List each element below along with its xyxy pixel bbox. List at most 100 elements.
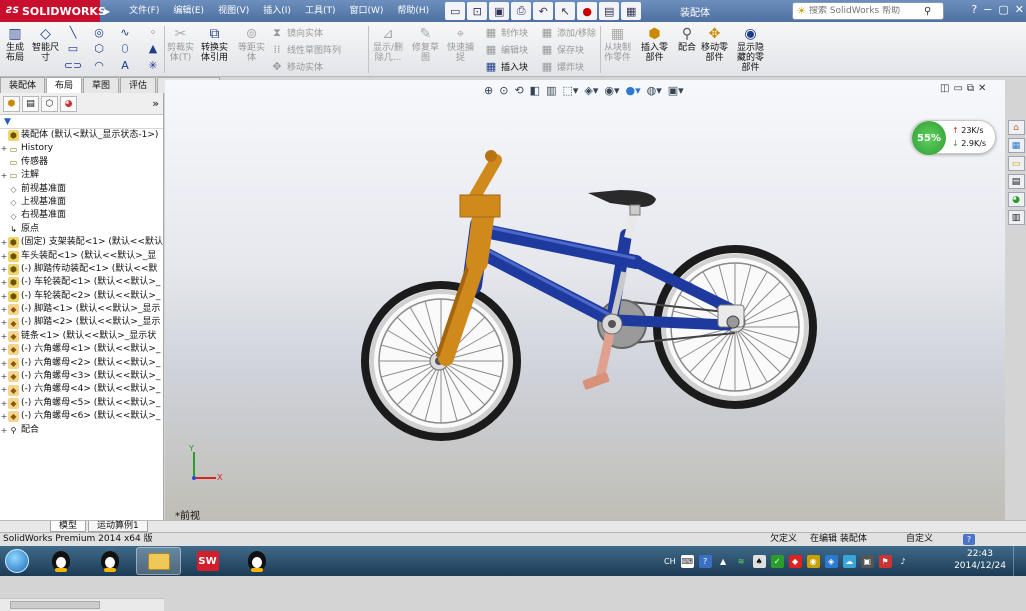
flag-tray-icon[interactable]: ⚑ [878, 554, 892, 568]
polygon-tool[interactable]: ⬡ [92, 41, 106, 56]
viewport-close-icon[interactable]: ✕ [978, 83, 986, 94]
tree-item[interactable]: + ◆ (-) 六角螺母<6> (默认<<默认>_ [0, 410, 163, 423]
show-hidden-button[interactable]: ◉ 显示隐 藏的零 部件 [737, 25, 764, 73]
menu-item[interactable]: 文件(F) [122, 0, 166, 22]
make-block-button[interactable]: ▦ 制作块 [484, 25, 528, 40]
taskbar-qq-3[interactable] [234, 547, 279, 575]
plane-tool[interactable]: ▲ [146, 41, 160, 56]
menu-item[interactable]: 窗口(W) [342, 0, 390, 22]
menu-expand-arrow-icon[interactable]: ▶ [100, 7, 114, 16]
taskbar-solidworks[interactable]: SW [185, 547, 230, 575]
graphics-area[interactable]: Y X [165, 80, 1005, 520]
appearances-icon[interactable]: ◕ [1007, 192, 1025, 207]
viewport-tile-icon[interactable]: ▭ [953, 83, 962, 94]
expand-icon[interactable]: + [0, 370, 8, 383]
viewport-split-icon[interactable]: ◫ [940, 83, 949, 94]
trim-button[interactable]: ✂ 剪裁实 体(T) [167, 25, 194, 63]
dynamic-annotation-icon[interactable]: ▥ [546, 84, 556, 97]
linear-sketch-pattern-button[interactable]: ⁞⁞ 线性草图阵列 [270, 42, 342, 57]
configuration-manager-icon[interactable]: ⬡ [41, 95, 58, 112]
tree-item[interactable]: ◇ 右视基准面 [0, 209, 163, 222]
undo-icon[interactable]: ↶ [533, 2, 554, 20]
expand-icon[interactable]: + [0, 343, 8, 356]
file-properties-icon[interactable]: ▤ [599, 2, 620, 20]
viewport-restore-icon[interactable]: ⧉ [967, 83, 974, 94]
expand-icon[interactable]: + [0, 397, 8, 410]
explode-block-button[interactable]: ▦ 爆炸块 [540, 59, 584, 74]
unit-system[interactable]: 自定义 [906, 533, 933, 546]
view-palette-icon[interactable]: ▤ [1007, 174, 1025, 189]
expand-icon[interactable]: + [0, 410, 8, 423]
restore-icon[interactable]: ▢ [998, 3, 1008, 16]
feature-tree-icon[interactable]: ⬢ [3, 95, 20, 112]
expand-icon[interactable]: + [0, 316, 8, 329]
search-icon[interactable]: ⚲ [924, 6, 931, 17]
mate-button[interactable]: ⚲ 配合 [676, 25, 698, 53]
panel-horizontal-scrollbar[interactable] [0, 598, 164, 611]
expand-icon[interactable]: + [0, 290, 8, 303]
options-icon[interactable]: ▦ [621, 2, 642, 20]
tree-item[interactable]: + ◆ (-) 六角螺母<5> (默认<<默认>_ [0, 397, 163, 410]
ellipse-tool[interactable]: ⬯ [118, 41, 132, 56]
wifi-icon[interactable]: ≋ [735, 555, 748, 568]
spline-tool[interactable]: ∿ [118, 25, 132, 40]
status-help-icon[interactable]: ? [963, 534, 975, 545]
tree-item[interactable]: + ◆ (-) 六角螺母<1> (默认<<默认>_ [0, 343, 163, 356]
tab-2[interactable]: 草图 [83, 77, 120, 93]
minimize-icon[interactable]: − [983, 3, 992, 16]
tree-item[interactable]: ▭ 传感器 [0, 156, 163, 169]
rectangle-tool[interactable]: ▭ [66, 41, 80, 56]
tree-item[interactable]: + ▭ 注解 [0, 169, 163, 182]
taskbar-qq-2[interactable] [87, 547, 132, 575]
expand-icon[interactable]: + [0, 383, 8, 396]
circle-tool[interactable]: ◎ [92, 25, 106, 40]
menu-item[interactable]: 帮助(H) [390, 0, 436, 22]
insert-component-button[interactable]: ⬢ 插入零 部件 [641, 25, 668, 63]
expand-icon[interactable]: + [0, 357, 8, 370]
security-tray-icon[interactable]: ◈ [824, 554, 838, 568]
block-to-part-button[interactable]: ▦ 从块制 作零件 [604, 25, 631, 63]
zoom-to-area-icon[interactable]: ⊙ [499, 84, 508, 97]
ime-icon[interactable]: ⌨ [680, 554, 694, 568]
tab-0[interactable]: 装配体 [0, 77, 46, 93]
design-library-icon[interactable]: ▦ [1007, 138, 1025, 153]
tree-item[interactable]: + ⚲ 配合 [0, 424, 163, 437]
edit-appearance-icon[interactable]: ●▾ [626, 84, 641, 97]
section-view-icon[interactable]: ◧ [530, 84, 540, 97]
slot-tool[interactable]: ⊂⊃ [64, 58, 82, 73]
volume-icon[interactable]: ♪ [897, 555, 910, 568]
add-remove-block-button[interactable]: ▦ 添加/移除 [540, 25, 596, 40]
bicycle-model[interactable] [165, 80, 1005, 520]
line-tool[interactable]: ╲ [66, 25, 80, 40]
tree-item[interactable]: + ⬢ (-) 车轮装配<2> (默认<<默认>_ [0, 290, 163, 303]
offset-button[interactable]: ⊚ 等距实 体 [238, 25, 265, 63]
tree-item[interactable]: + ▭ History [0, 142, 163, 155]
rear-axle-nut[interactable] [726, 315, 740, 329]
property-manager-icon[interactable]: ▤ [22, 95, 39, 112]
tab-3[interactable]: 评估 [120, 77, 157, 93]
expand-icon[interactable]: + [0, 330, 8, 343]
tree-item[interactable]: ◇ 上视基准面 [0, 196, 163, 209]
network-tray-icon[interactable]: ▣ [860, 554, 874, 568]
taskbar-clock[interactable]: 22:43 2014/12/24 [951, 548, 1009, 572]
menu-item[interactable]: 插入(I) [256, 0, 298, 22]
expand-icon[interactable]: + [0, 169, 8, 182]
layout-button[interactable]: ▥ 生成 布局 [4, 25, 26, 63]
bottom-tab-0[interactable]: 模型 [50, 521, 87, 532]
convert-entities-button[interactable]: ⧉ 转换实 体引用 [201, 25, 228, 63]
previous-view-icon[interactable]: ⟲ [514, 84, 523, 97]
tree-item[interactable]: + ⬢ (-) 车轮装配<1> (默认<<默认>_ [0, 276, 163, 289]
display-manager-icon[interactable]: ◕ [60, 95, 77, 112]
tree-item[interactable]: + ⬢ (固定) 支架装配<1> (默认<<默认 [0, 236, 163, 249]
expand-icon[interactable]: + [0, 142, 8, 155]
tree-filter[interactable]: ▼ [0, 115, 163, 129]
solidworks-resources-icon[interactable]: ⌂ [1007, 120, 1025, 135]
save-icon[interactable]: ▣ [489, 2, 510, 20]
start-button[interactable] [0, 546, 34, 576]
display-style-icon[interactable]: ◈▾ [584, 84, 598, 97]
menu-item[interactable]: 视图(V) [211, 0, 256, 22]
tree-item[interactable]: + ◆ 链条<1> (默认<<默认>_显示状 [0, 330, 163, 343]
insert-block-button[interactable]: ▦ 插入块 [484, 59, 528, 74]
tree-item[interactable]: ◇ 前视基准面 [0, 183, 163, 196]
solidworks-logo[interactable]: ƧS SOLIDWORKS [0, 0, 106, 22]
